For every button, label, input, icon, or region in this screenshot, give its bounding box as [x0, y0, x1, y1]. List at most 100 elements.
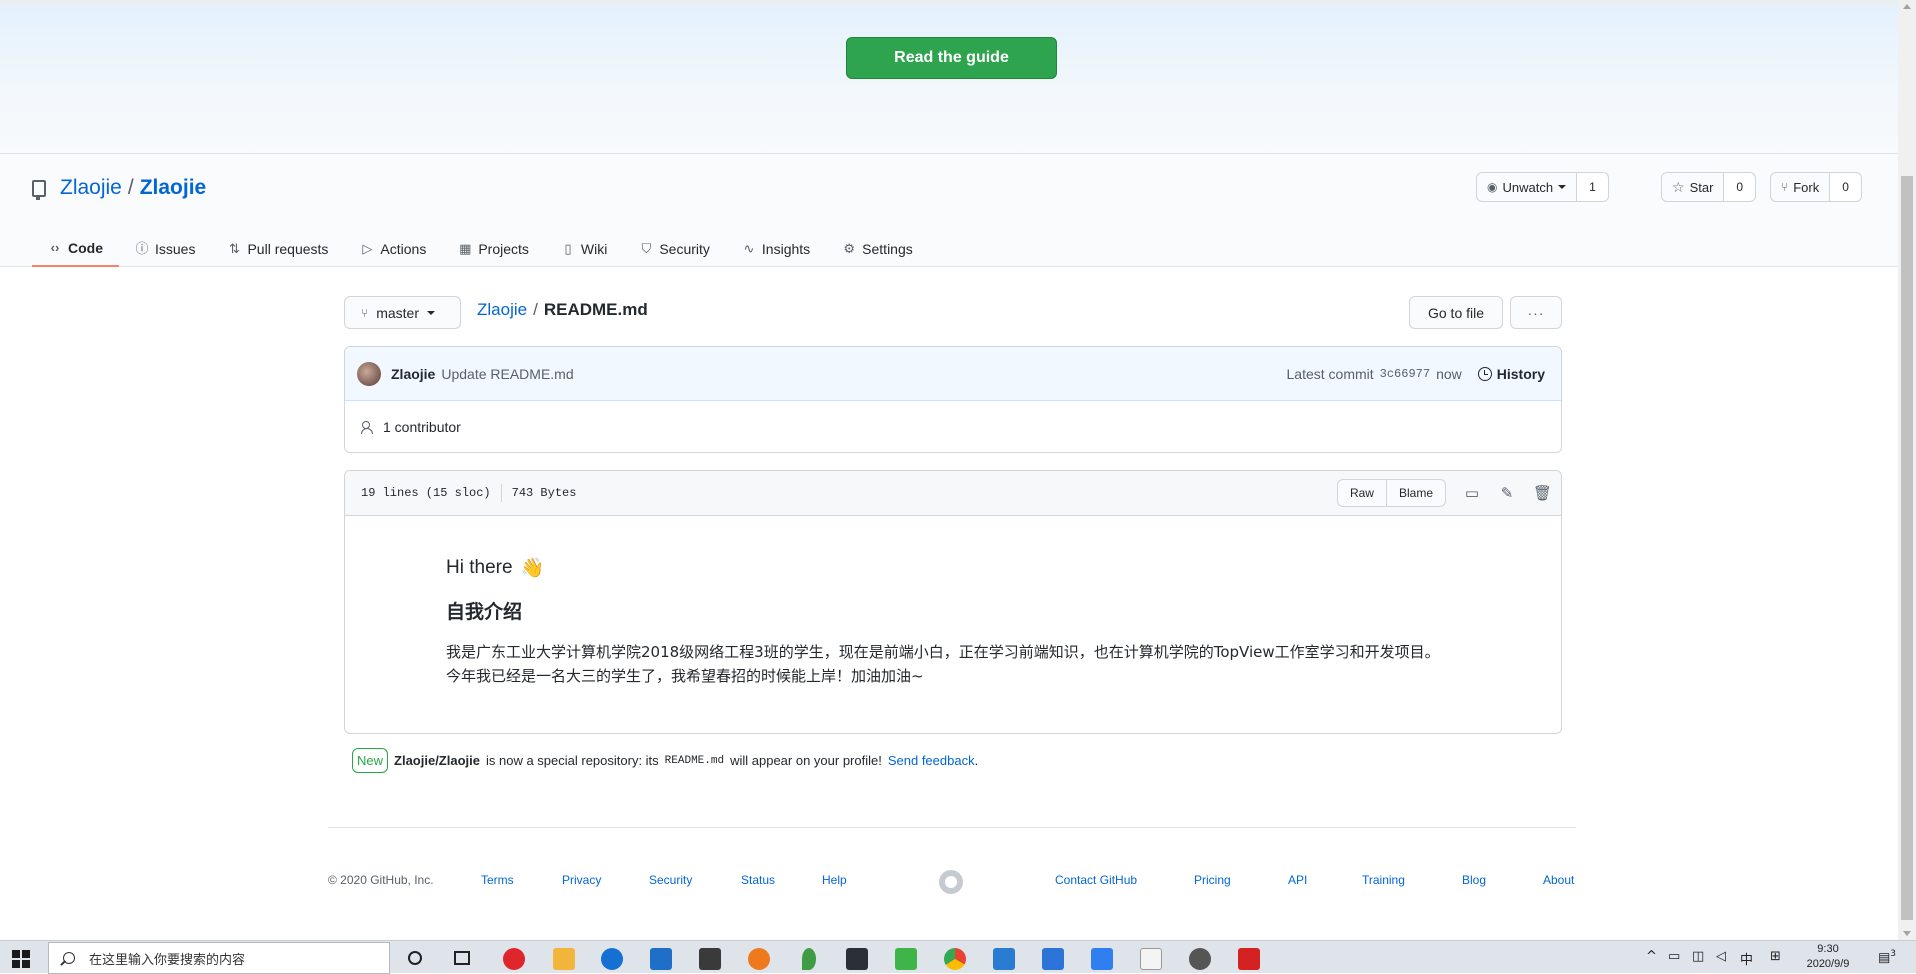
tray-keyboard-icon[interactable]: ⊞	[1770, 949, 1781, 964]
footer-link-training[interactable]: Training	[1362, 873, 1405, 887]
code-icon: ‹›	[50, 239, 60, 255]
history-link[interactable]: History	[1477, 365, 1545, 382]
tab-security-label: Security	[659, 240, 710, 257]
netease-music-icon[interactable]	[503, 948, 525, 970]
tray-network-icon[interactable]: ◫	[1692, 949, 1704, 964]
footer-link-help[interactable]: Help	[822, 873, 847, 887]
branch-selector[interactable]: ⑂ master	[344, 296, 461, 329]
history-icon	[1477, 366, 1492, 381]
footer-link-blog[interactable]: Blog	[1462, 873, 1486, 887]
eye-icon: ◉	[1487, 180, 1498, 194]
blame-button[interactable]: Blame	[1386, 479, 1446, 507]
watch-count[interactable]: 1	[1577, 172, 1609, 202]
tray-volume-icon[interactable]: ◁	[1716, 949, 1726, 964]
fork-button[interactable]: ⑂ Fork	[1770, 172, 1831, 202]
tab-settings[interactable]: ⚙ Settings	[826, 230, 929, 267]
more-options-button[interactable]: ···	[1510, 296, 1562, 329]
taskbar-search-input[interactable]: 在这里输入你要搜索的内容	[48, 942, 390, 974]
footer-link-api[interactable]: API	[1288, 873, 1307, 887]
footer-link-about[interactable]: About	[1543, 873, 1574, 887]
commit-author[interactable]: Zlaojie	[391, 366, 435, 382]
notes-icon[interactable]	[1091, 948, 1113, 970]
footer-link-contact[interactable]: Contact GitHub	[1055, 873, 1137, 887]
fork-count[interactable]: 0	[1830, 172, 1862, 202]
avatar[interactable]	[357, 361, 381, 386]
scroll-thumb[interactable]	[1901, 176, 1913, 920]
repo-name-link[interactable]: Zlaojie	[140, 176, 207, 200]
github-logo-icon[interactable]	[939, 870, 963, 894]
youdao-icon[interactable]	[1238, 948, 1260, 970]
tab-actions[interactable]: ▷ Actions	[344, 230, 442, 267]
raw-button[interactable]: Raw	[1336, 479, 1387, 507]
footer-link-status[interactable]: Status	[741, 873, 775, 887]
desktop-icon[interactable]: ▭	[1463, 484, 1481, 502]
tray-chevron-icon[interactable]: ^	[1646, 949, 1657, 964]
footer-divider	[328, 827, 1576, 828]
tab-security[interactable]: ⛉ Security	[623, 230, 726, 267]
tab-actions-label: Actions	[380, 240, 427, 257]
edge-icon[interactable]	[601, 948, 623, 970]
go-to-file-button[interactable]: Go to file	[1409, 296, 1503, 329]
terminal-icon[interactable]	[846, 948, 868, 970]
contributors-label: 1 contributor	[383, 419, 461, 435]
file-explorer-icon[interactable]	[553, 948, 575, 970]
breadcrumb-repo-link[interactable]: Zlaojie	[477, 300, 527, 320]
hbuilder-icon[interactable]	[895, 948, 917, 970]
tab-wiki[interactable]: ▯ Wiki	[545, 230, 623, 267]
readme-subheading: 自我介绍	[446, 601, 523, 623]
send-feedback-link[interactable]: Send feedback	[888, 753, 975, 768]
taskbar-search-placeholder: 在这里输入你要搜索的内容	[89, 952, 246, 968]
task-view-icon[interactable]	[454, 951, 470, 965]
footer-link-terms[interactable]: Terms	[481, 873, 514, 887]
repo-owner-link[interactable]: Zlaojie	[60, 176, 122, 200]
tab-code[interactable]: ‹› Code	[32, 230, 119, 267]
tab-issues[interactable]: ⓘ Issues	[119, 230, 211, 267]
file-actions: Raw Blame ▭ ✎ 🗑	[1336, 479, 1552, 507]
footer-link-privacy[interactable]: Privacy	[562, 873, 601, 887]
tray-ime-label[interactable]: 中	[1740, 949, 1753, 968]
graph-icon: ∿	[743, 240, 755, 256]
windows-start-icon[interactable]	[12, 950, 30, 968]
cortana-icon[interactable]	[408, 951, 422, 965]
chevron-down-icon	[427, 310, 435, 315]
readme-body: Hi there 👋 自我介绍 我是广东工业大学计算机学院2018级网络工程3班…	[345, 516, 1561, 688]
tray-battery-icon[interactable]: ▭	[1668, 949, 1680, 964]
scroll-up-icon[interactable]	[1903, 4, 1911, 9]
taskbar-clock[interactable]: 9:30 2020/9/9	[1802, 942, 1854, 972]
notice-repo: Zlaojie/Zlaojie	[394, 753, 480, 768]
mail-icon[interactable]	[650, 948, 672, 970]
issue-icon: ⓘ	[135, 240, 149, 256]
store-icon[interactable]	[699, 948, 721, 970]
typora-icon[interactable]	[1140, 948, 1162, 970]
commit-message[interactable]: Update README.md	[441, 366, 573, 382]
file-box: 19 lines (15 sloc) 743 Bytes Raw Blame ▭…	[344, 470, 1562, 734]
mongodb-icon[interactable]	[802, 948, 816, 970]
notice-code: README.md	[664, 754, 725, 767]
taskbar-time: 9:30	[1817, 943, 1839, 955]
commit-sha[interactable]: 3c66977	[1380, 367, 1430, 381]
star-button[interactable]: ☆ Star	[1661, 172, 1725, 202]
notification-icon[interactable]: ▤3	[1878, 949, 1896, 965]
footer-link-security[interactable]: Security	[649, 873, 692, 887]
tab-projects-label: Projects	[478, 240, 529, 257]
tab-pull-requests[interactable]: ⇅ Pull requests	[211, 230, 344, 267]
scroll-down-icon[interactable]	[1903, 931, 1911, 936]
firefox-icon[interactable]	[748, 948, 770, 970]
chrome-icon[interactable]	[944, 948, 966, 970]
footer-link-pricing[interactable]: Pricing	[1194, 873, 1231, 887]
tab-insights[interactable]: ∿ Insights	[726, 230, 826, 267]
star-group: ☆ Star 0	[1661, 172, 1757, 202]
book-icon: ▯	[564, 240, 572, 256]
trash-icon[interactable]: 🗑	[1533, 484, 1552, 502]
tab-projects[interactable]: ▦ Projects	[442, 230, 545, 267]
history-label: History	[1496, 365, 1545, 382]
contributors-row[interactable]: 1 contributor	[345, 401, 1561, 452]
vscode-icon[interactable]	[993, 948, 1015, 970]
read-guide-button[interactable]: Read the guide	[846, 37, 1057, 79]
page-scrollbar[interactable]	[1898, 0, 1916, 940]
star-count[interactable]: 0	[1724, 172, 1757, 202]
pencil-icon[interactable]: ✎	[1498, 484, 1516, 502]
photos-icon[interactable]	[1189, 948, 1211, 970]
unwatch-button[interactable]: ◉ Unwatch	[1476, 172, 1578, 202]
todo-icon[interactable]	[1042, 948, 1064, 970]
